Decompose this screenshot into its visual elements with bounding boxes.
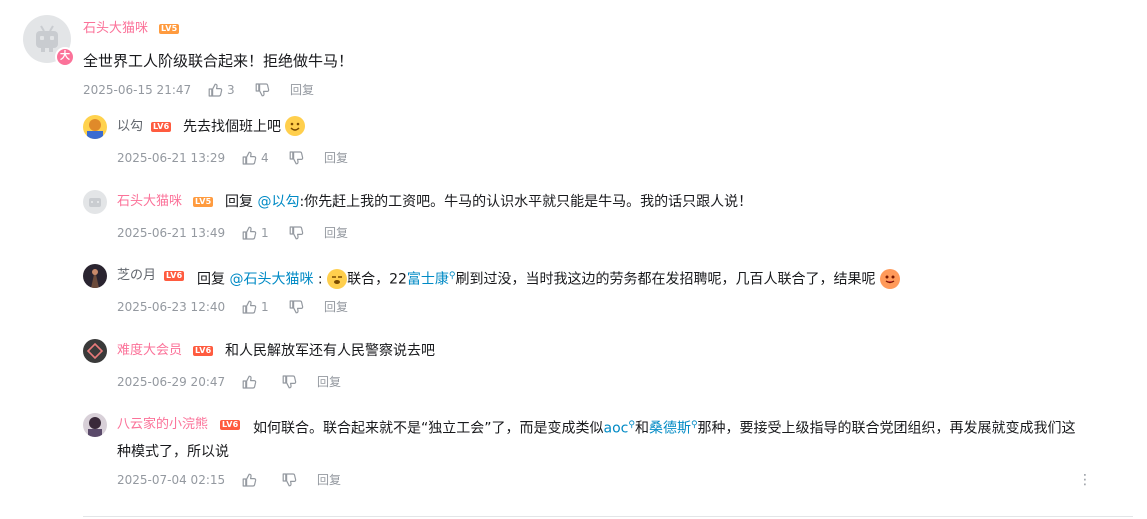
reply-content: :你先赶上我的工资吧。牛马的认识水平就只能是牛马。我的话只跟人说！	[299, 194, 753, 210]
search-link[interactable]: 桑德斯	[649, 421, 691, 437]
reply-prefix: 回复	[225, 194, 253, 210]
level-badge: LV6	[151, 122, 172, 132]
smile-emoji-icon	[285, 116, 306, 136]
thumbs-up-icon[interactable]	[241, 299, 257, 315]
search-link[interactable]: 富士康	[407, 272, 449, 288]
thumbs-down-icon[interactable]	[281, 374, 297, 390]
avatar[interactable]	[83, 190, 107, 214]
avatar[interactable]	[83, 115, 107, 139]
mention-link[interactable]: @以勾	[257, 194, 299, 210]
username[interactable]: 石头大猫咪	[83, 21, 148, 37]
mention-separator: :	[313, 271, 323, 288]
vip-badge: 大	[55, 47, 75, 67]
mention-link[interactable]: @石头大猫咪	[229, 272, 313, 288]
reply-text: 回复 @石头大猫咪 : 联合，22富士康⚲刷到过没，当时我这边的劳务都在发招聘呢…	[197, 265, 900, 291]
comment-time: 2025-06-15 21:47	[83, 83, 192, 97]
username[interactable]: 石头大猫咪	[117, 194, 182, 210]
username[interactable]: 以勾	[117, 119, 143, 135]
reply-time: 2025-06-21 13:49	[117, 226, 226, 240]
like-count: 1	[261, 226, 269, 240]
username[interactable]: 八云家的小浣熊	[117, 417, 208, 433]
drool-emoji-icon	[879, 268, 900, 289]
reply-prefix: 回复	[197, 271, 225, 288]
reply-button[interactable]: 回复	[324, 150, 348, 166]
reply-text-line1: 如何联合。联合起来就不是“独立工会”了，而是变成类似aoc⚲和桑德斯⚲那种，要接…	[253, 414, 1076, 440]
level-badge: LV6	[164, 271, 185, 281]
avatar[interactable]	[83, 339, 107, 363]
level-badge: LV5	[193, 197, 214, 207]
username[interactable]: 难度大会员	[117, 343, 182, 359]
more-vertical-icon[interactable]: ⋮	[1078, 472, 1092, 488]
avatar[interactable]	[83, 264, 107, 288]
reply-button[interactable]: 回复	[317, 374, 341, 390]
reply-button[interactable]: 回复	[317, 472, 341, 488]
reply-time: 2025-06-23 12:40	[117, 300, 226, 314]
reply-button[interactable]: 回复	[324, 225, 348, 241]
thumbs-up-icon[interactable]	[207, 82, 223, 98]
reply-time: 2025-06-21 13:29	[117, 151, 226, 165]
reply-time: 2025-06-29 20:47	[117, 375, 226, 389]
reply-text: 先去找個班上吧	[183, 116, 306, 138]
reply-content-a: 联合，22	[347, 271, 407, 288]
thumbs-down-icon[interactable]	[254, 82, 270, 98]
reply-content-b: 和	[634, 420, 649, 437]
reply-button[interactable]: 回复	[290, 82, 314, 98]
thumbs-down-icon[interactable]	[288, 299, 304, 315]
reply-content-b: 刷到过没，当时我这边的劳务都在发招聘呢，几百人联合了，结果呢	[455, 271, 876, 288]
reply-content-c: 那种，要接受上级指导的联合党团组织，再发展就变成我们这	[697, 420, 1076, 437]
thumbs-up-icon[interactable]	[241, 150, 257, 166]
like-count: 3	[227, 83, 235, 97]
reply-time: 2025-07-04 02:15	[117, 473, 226, 487]
thumbs-up-icon[interactable]	[241, 374, 257, 390]
reply-content: 先去找個班上吧	[183, 119, 281, 135]
reply-text-line2: 种模式了，所以说	[117, 444, 229, 460]
thumbs-up-icon[interactable]	[241, 472, 257, 488]
search-icon: ⚲	[448, 271, 456, 281]
reply-text: 和人民解放军还有人民警察说去吧	[225, 343, 435, 359]
thumbs-down-icon[interactable]	[281, 472, 297, 488]
divider	[83, 516, 1133, 517]
reply-content-a: 如何联合。联合起来就不是“独立工会”了，而是变成类似	[253, 420, 604, 437]
level-badge: LV6	[193, 346, 214, 356]
reply-text: 回复 @以勾:你先赶上我的工资吧。牛马的认识水平就只能是牛马。我的话只跟人说！	[225, 191, 752, 213]
like-count: 1	[261, 300, 269, 314]
thumbs-down-icon[interactable]	[288, 150, 304, 166]
reply-button[interactable]: 回复	[324, 299, 348, 315]
username[interactable]: 芝の月	[117, 268, 156, 284]
avatar[interactable]	[83, 413, 107, 437]
level-badge: LV5	[159, 24, 180, 34]
thumbs-up-icon[interactable]	[241, 225, 257, 241]
sweat-emoji-icon	[327, 268, 348, 289]
comment-text: 全世界工人阶级联合起来！拒绝做牛马！	[83, 52, 354, 70]
search-icon: ⚲	[628, 420, 635, 430]
search-icon: ⚲	[690, 420, 698, 430]
thumbs-down-icon[interactable]	[288, 225, 304, 241]
like-count: 4	[261, 151, 269, 165]
level-badge: LV6	[220, 420, 241, 430]
search-link[interactable]: aoc	[604, 421, 629, 437]
